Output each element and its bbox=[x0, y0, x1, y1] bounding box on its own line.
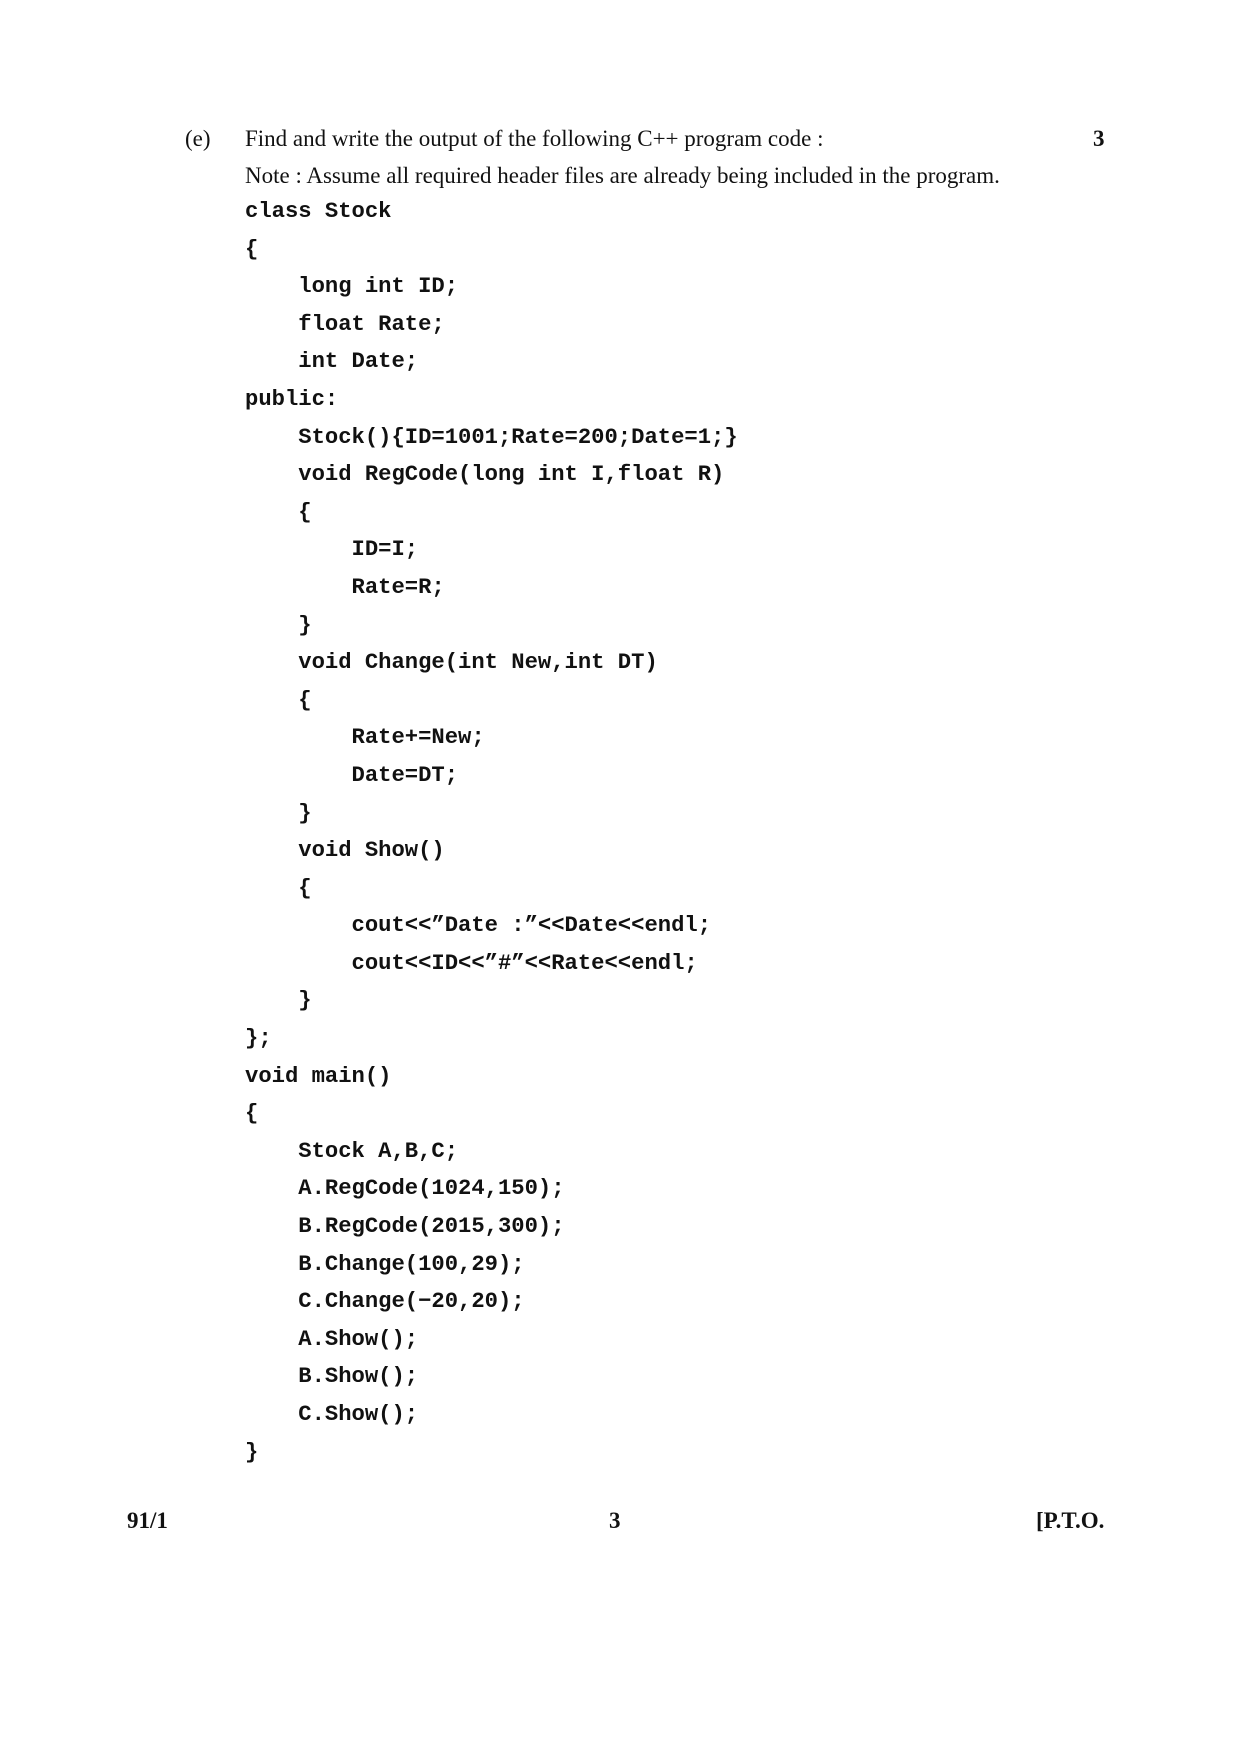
code-block: class Stock { long int ID; float Rate; in… bbox=[245, 193, 738, 1471]
code-line: ID=I; bbox=[245, 537, 419, 563]
code-line: } bbox=[245, 612, 312, 638]
code-line: { bbox=[245, 687, 312, 713]
code-line: C.Show(); bbox=[245, 1402, 419, 1427]
code-line: class Stock bbox=[245, 199, 392, 224]
code-line: A.RegCode(1024,150); bbox=[245, 1176, 565, 1202]
code-line: C.Change(−20,20); bbox=[245, 1289, 525, 1315]
code-line: B.RegCode(2015,300); bbox=[245, 1214, 565, 1240]
code-line: void Change(int New,int DT) bbox=[245, 650, 658, 676]
code-line: { bbox=[245, 875, 312, 901]
code-line: void main() bbox=[245, 1063, 392, 1089]
question-instruction: Find and write the output of the followi… bbox=[245, 126, 824, 151]
code-line: } bbox=[245, 800, 312, 826]
code-line: { bbox=[245, 499, 312, 525]
code-line: Rate=R; bbox=[245, 574, 445, 600]
question-marks: 3 bbox=[1093, 126, 1105, 151]
question-note: Note : Assume all required header files … bbox=[245, 163, 1000, 188]
code-line: void RegCode(long int I,float R) bbox=[245, 462, 725, 488]
code-line: cout<<ID<<”#”<<Rate<<endl; bbox=[245, 950, 698, 976]
question-label: (e) bbox=[185, 126, 211, 151]
code-line: B.Show(); bbox=[245, 1364, 419, 1390]
code-line: public: bbox=[245, 386, 339, 412]
code-line: float Rate; bbox=[245, 311, 445, 337]
code-line: { bbox=[245, 1101, 259, 1127]
code-line: { bbox=[245, 236, 259, 262]
footer-paper-code: 91/1 bbox=[127, 1508, 168, 1533]
code-line: A.Show(); bbox=[245, 1326, 419, 1352]
code-line: void Show() bbox=[245, 838, 445, 864]
code-line: cout<<”Date :”<<Date<<endl; bbox=[245, 913, 712, 939]
code-line: Date=DT; bbox=[245, 762, 459, 788]
code-line: Stock(){ID=1001;Rate=200;Date=1;} bbox=[245, 424, 738, 450]
code-line: long int ID; bbox=[245, 274, 459, 300]
footer-page-number: 3 bbox=[609, 1508, 621, 1533]
code-line: } bbox=[245, 988, 312, 1014]
code-line: Stock A,B,C; bbox=[245, 1138, 459, 1164]
code-line: B.Change(100,29); bbox=[245, 1251, 525, 1277]
code-line: int Date; bbox=[245, 349, 419, 375]
code-line: } bbox=[245, 1439, 259, 1465]
code-line: Rate+=New; bbox=[245, 725, 485, 751]
code-line: }; bbox=[245, 1026, 272, 1052]
footer-pto: [P.T.O. bbox=[1036, 1508, 1105, 1533]
